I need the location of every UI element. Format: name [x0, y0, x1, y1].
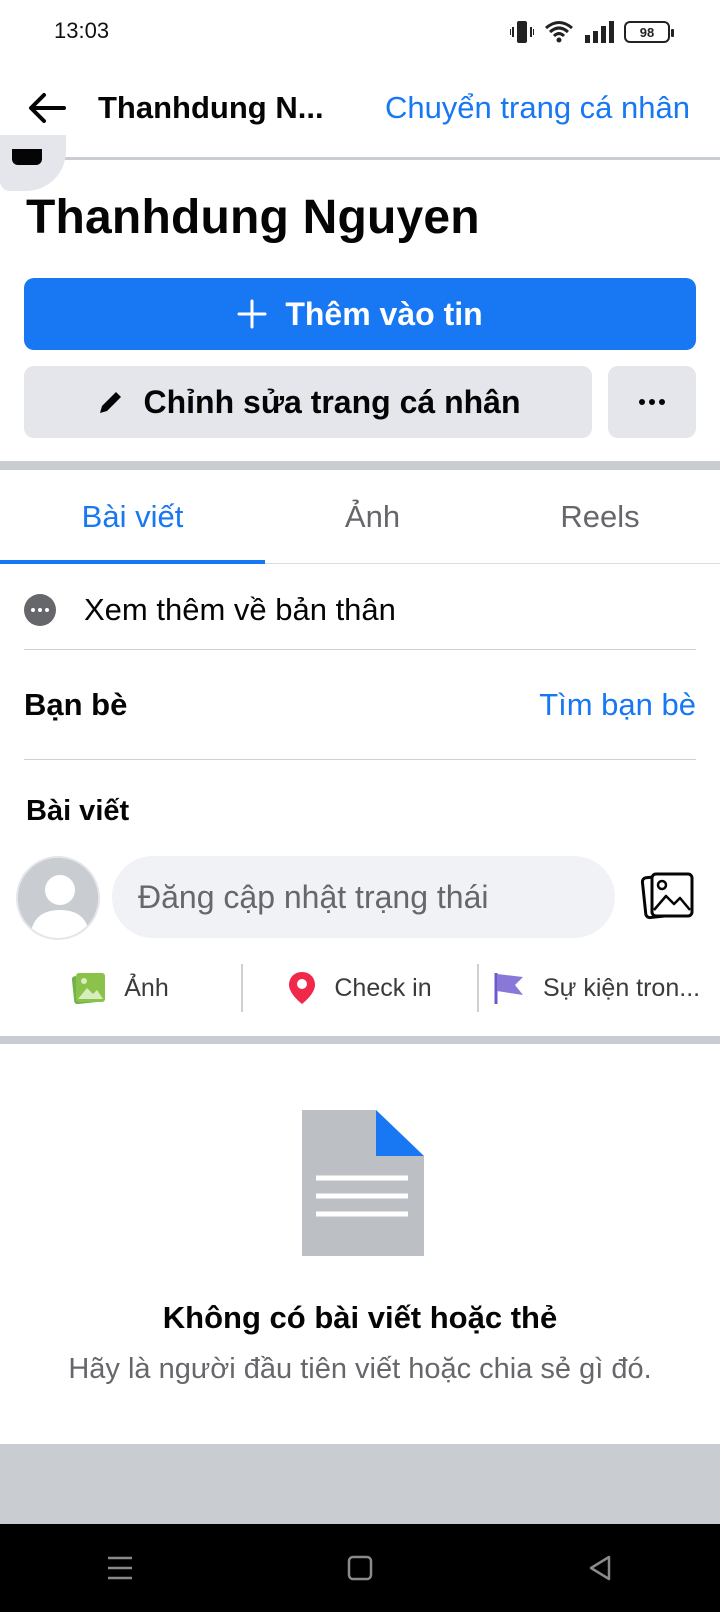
- default-avatar-icon: [18, 858, 98, 938]
- tab-photos-label: Ảnh: [344, 498, 401, 534]
- pencil-icon: [99, 392, 121, 413]
- see-more-about-label: Xem thêm về bản thân: [84, 591, 396, 627]
- add-to-story-label: Thêm vào tin: [285, 295, 483, 332]
- edit-profile-button[interactable]: Chỉnh sửa trang cá nhân: [24, 366, 592, 438]
- battery-icon: 98: [624, 21, 674, 43]
- check-in-action-label: Check in: [334, 973, 432, 1002]
- find-friends-link[interactable]: Tìm bạn bè: [539, 687, 696, 723]
- back-triangle-icon: [589, 1555, 611, 1581]
- status-update-input[interactable]: Đăng cập nhật trạng thái: [112, 856, 615, 938]
- add-photo-icon[interactable]: [640, 868, 696, 924]
- vibrate-icon: [510, 21, 534, 43]
- section-divider: [0, 1036, 720, 1044]
- add-to-story-button[interactable]: Thêm vào tin: [24, 278, 696, 350]
- check-in-action-button[interactable]: Check in: [243, 960, 477, 1016]
- post-actions-bar: Ảnh Check in Sự kiện tron...: [0, 960, 720, 1016]
- status-time: 13:03: [54, 18, 110, 43]
- header-title: Thanhdung N...: [98, 90, 324, 125]
- battery-level: 98: [639, 24, 655, 40]
- system-navigation-bar: [0, 1524, 720, 1612]
- life-event-action-button[interactable]: Sự kiện tron...: [479, 960, 720, 1016]
- photo-action-button[interactable]: Ảnh: [0, 960, 241, 1016]
- edit-profile-label: Chỉnh sửa trang cá nhân: [143, 383, 521, 420]
- more-dots-icon: [639, 399, 665, 405]
- tab-posts-label: Bài viết: [81, 498, 184, 534]
- life-event-action-label: Sự kiện tron...: [543, 973, 701, 1002]
- back-button[interactable]: [570, 1538, 630, 1598]
- menu-lines-icon: [108, 1556, 132, 1580]
- more-circle-icon: [24, 593, 56, 626]
- more-options-button[interactable]: [608, 366, 696, 438]
- profile-name: Thanhdung Nguyen: [26, 191, 480, 244]
- avatar[interactable]: [16, 856, 100, 940]
- tab-posts[interactable]: Bài viết: [0, 470, 265, 564]
- tab-photos[interactable]: Ảnh: [265, 470, 480, 563]
- signal-icon: [585, 21, 614, 43]
- photo-action-label: Ảnh: [124, 973, 169, 1002]
- back-arrow-icon[interactable]: [24, 84, 72, 132]
- home-square-icon: [347, 1555, 373, 1581]
- location-pin-icon: [289, 972, 316, 1004]
- status-update-placeholder: Đăng cập nhật trạng thái: [138, 878, 489, 915]
- flag-icon: [494, 973, 523, 1004]
- wifi-icon: [545, 21, 573, 43]
- tab-reels[interactable]: Reels: [480, 470, 720, 563]
- document-icon: [302, 1110, 424, 1256]
- photo-icon: [72, 973, 106, 1004]
- see-more-about-row[interactable]: Xem thêm về bản thân: [24, 570, 696, 650]
- friends-section: Bạn bè Tìm bạn bè: [24, 650, 696, 760]
- home-button[interactable]: [330, 1538, 390, 1598]
- switch-profile-link[interactable]: Chuyển trang cá nhân: [385, 90, 690, 126]
- status-icons: 98: [510, 18, 674, 46]
- recents-button[interactable]: [90, 1538, 150, 1598]
- profile-tabs: Bài viết Ảnh Reels: [0, 470, 720, 564]
- friends-title: Bạn bè: [24, 686, 128, 722]
- camera-icon: [12, 149, 42, 165]
- empty-state-title: Không có bài viết hoặc thẻ: [162, 1300, 558, 1335]
- plus-icon: [237, 299, 267, 329]
- bottom-gray-band: [0, 1444, 720, 1524]
- profile-avatar-camera-button[interactable]: [0, 135, 66, 191]
- header-divider: [0, 157, 720, 160]
- posts-section-title: Bài viết: [26, 795, 130, 827]
- section-divider: [0, 461, 720, 470]
- tab-reels-label: Reels: [560, 498, 640, 534]
- empty-state-subtitle: Hãy là người đầu tiên viết hoặc chia sẻ …: [68, 1353, 652, 1385]
